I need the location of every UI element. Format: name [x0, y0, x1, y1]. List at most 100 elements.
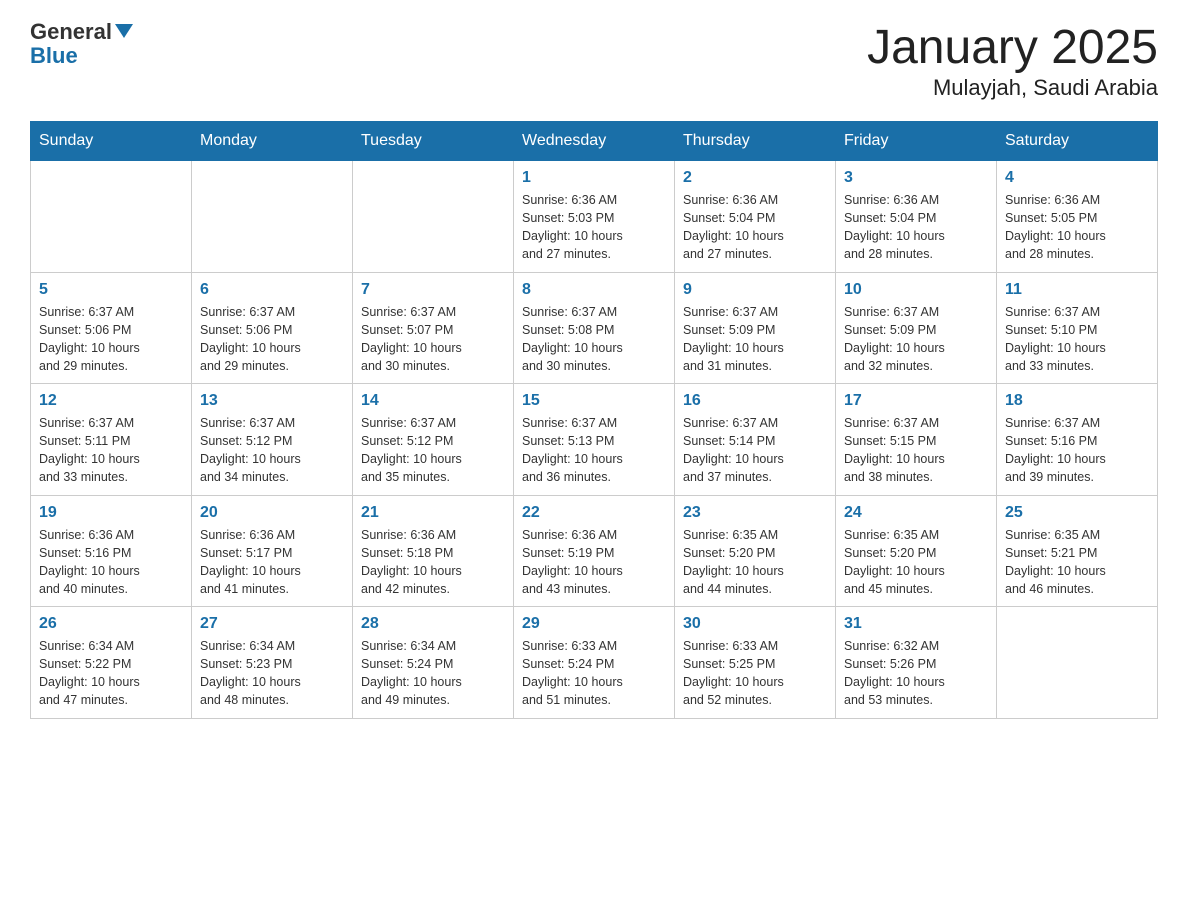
day-info: Sunrise: 6:37 AMSunset: 5:07 PMDaylight:…: [361, 303, 505, 376]
title-block: January 2025 Mulayjah, Saudi Arabia: [867, 20, 1158, 101]
day-number: 26: [39, 615, 183, 633]
day-cell: 28 Sunrise: 6:34 AMSunset: 5:24 PMDayligh…: [353, 607, 514, 719]
day-info: Sunrise: 6:36 AMSunset: 5:03 PMDaylight:…: [522, 191, 666, 264]
day-number: 22: [522, 504, 666, 522]
day-cell: 29 Sunrise: 6:33 AMSunset: 5:24 PMDayligh…: [514, 607, 675, 719]
header-cell-wednesday: Wednesday: [514, 122, 675, 161]
day-info: Sunrise: 6:37 AMSunset: 5:12 PMDaylight:…: [361, 414, 505, 487]
day-number: 17: [844, 392, 988, 410]
day-cell: 4 Sunrise: 6:36 AMSunset: 5:05 PMDaylight…: [997, 161, 1158, 273]
day-number: 1: [522, 169, 666, 187]
header-cell-friday: Friday: [836, 122, 997, 161]
day-cell: 14 Sunrise: 6:37 AMSunset: 5:12 PMDayligh…: [353, 384, 514, 496]
day-info: Sunrise: 6:37 AMSunset: 5:16 PMDaylight:…: [1005, 414, 1149, 487]
header-row: SundayMondayTuesdayWednesdayThursdayFrid…: [31, 122, 1158, 161]
day-info: Sunrise: 6:36 AMSunset: 5:04 PMDaylight:…: [844, 191, 988, 264]
day-cell: 6 Sunrise: 6:37 AMSunset: 5:06 PMDaylight…: [192, 272, 353, 384]
calendar-title: January 2025: [867, 20, 1158, 75]
day-cell: 25 Sunrise: 6:35 AMSunset: 5:21 PMDayligh…: [997, 495, 1158, 607]
day-info: Sunrise: 6:37 AMSunset: 5:12 PMDaylight:…: [200, 414, 344, 487]
day-number: 14: [361, 392, 505, 410]
day-info: Sunrise: 6:37 AMSunset: 5:09 PMDaylight:…: [683, 303, 827, 376]
logo-blue-text: Blue: [30, 44, 133, 68]
day-number: 2: [683, 169, 827, 187]
day-cell: 30 Sunrise: 6:33 AMSunset: 5:25 PMDayligh…: [675, 607, 836, 719]
day-number: 29: [522, 615, 666, 633]
day-info: Sunrise: 6:36 AMSunset: 5:05 PMDaylight:…: [1005, 191, 1149, 264]
header-cell-tuesday: Tuesday: [353, 122, 514, 161]
day-info: Sunrise: 6:36 AMSunset: 5:17 PMDaylight:…: [200, 526, 344, 599]
day-cell: 23 Sunrise: 6:35 AMSunset: 5:20 PMDayligh…: [675, 495, 836, 607]
day-info: Sunrise: 6:35 AMSunset: 5:20 PMDaylight:…: [844, 526, 988, 599]
day-cell: [997, 607, 1158, 719]
day-number: 21: [361, 504, 505, 522]
calendar-body: 1 Sunrise: 6:36 AMSunset: 5:03 PMDaylight…: [31, 161, 1158, 719]
day-cell: [353, 161, 514, 273]
day-info: Sunrise: 6:35 AMSunset: 5:21 PMDaylight:…: [1005, 526, 1149, 599]
day-info: Sunrise: 6:37 AMSunset: 5:09 PMDaylight:…: [844, 303, 988, 376]
day-info: Sunrise: 6:33 AMSunset: 5:25 PMDaylight:…: [683, 637, 827, 710]
day-number: 19: [39, 504, 183, 522]
day-number: 15: [522, 392, 666, 410]
day-cell: 1 Sunrise: 6:36 AMSunset: 5:03 PMDaylight…: [514, 161, 675, 273]
logo-general-text: General: [30, 19, 112, 44]
day-number: 9: [683, 281, 827, 299]
day-number: 5: [39, 281, 183, 299]
day-info: Sunrise: 6:33 AMSunset: 5:24 PMDaylight:…: [522, 637, 666, 710]
day-cell: 24Sunrise: 6:35 AMSunset: 5:20 PMDayligh…: [836, 495, 997, 607]
week-row-1: 1 Sunrise: 6:36 AMSunset: 5:03 PMDaylight…: [31, 161, 1158, 273]
header-cell-sunday: Sunday: [31, 122, 192, 161]
header-cell-monday: Monday: [192, 122, 353, 161]
day-number: 30: [683, 615, 827, 633]
header-cell-thursday: Thursday: [675, 122, 836, 161]
day-info: Sunrise: 6:36 AMSunset: 5:16 PMDaylight:…: [39, 526, 183, 599]
day-cell: 18 Sunrise: 6:37 AMSunset: 5:16 PMDayligh…: [997, 384, 1158, 496]
day-info: Sunrise: 6:32 AMSunset: 5:26 PMDaylight:…: [844, 637, 988, 710]
day-cell: [31, 161, 192, 273]
day-cell: 5 Sunrise: 6:37 AMSunset: 5:06 PMDaylight…: [31, 272, 192, 384]
day-number: 20: [200, 504, 344, 522]
header-cell-saturday: Saturday: [997, 122, 1158, 161]
day-cell: [192, 161, 353, 273]
day-cell: 3Sunrise: 6:36 AMSunset: 5:04 PMDaylight…: [836, 161, 997, 273]
day-cell: 13Sunrise: 6:37 AMSunset: 5:12 PMDayligh…: [192, 384, 353, 496]
calendar-table: SundayMondayTuesdayWednesdayThursdayFrid…: [30, 121, 1158, 719]
day-cell: 27Sunrise: 6:34 AMSunset: 5:23 PMDayligh…: [192, 607, 353, 719]
day-cell: 22Sunrise: 6:36 AMSunset: 5:19 PMDayligh…: [514, 495, 675, 607]
day-info: Sunrise: 6:35 AMSunset: 5:20 PMDaylight:…: [683, 526, 827, 599]
day-number: 6: [200, 281, 344, 299]
day-number: 16: [683, 392, 827, 410]
day-number: 10: [844, 281, 988, 299]
day-number: 4: [1005, 169, 1149, 187]
day-info: Sunrise: 6:36 AMSunset: 5:04 PMDaylight:…: [683, 191, 827, 264]
day-info: Sunrise: 6:37 AMSunset: 5:08 PMDaylight:…: [522, 303, 666, 376]
day-cell: 16 Sunrise: 6:37 AMSunset: 5:14 PMDayligh…: [675, 384, 836, 496]
day-number: 28: [361, 615, 505, 633]
day-cell: 26Sunrise: 6:34 AMSunset: 5:22 PMDayligh…: [31, 607, 192, 719]
day-info: Sunrise: 6:37 AMSunset: 5:11 PMDaylight:…: [39, 414, 183, 487]
day-number: 23: [683, 504, 827, 522]
day-info: Sunrise: 6:37 AMSunset: 5:06 PMDaylight:…: [200, 303, 344, 376]
day-info: Sunrise: 6:37 AMSunset: 5:10 PMDaylight:…: [1005, 303, 1149, 376]
day-cell: 17 Sunrise: 6:37 AMSunset: 5:15 PMDayligh…: [836, 384, 997, 496]
day-cell: 20 Sunrise: 6:36 AMSunset: 5:17 PMDayligh…: [192, 495, 353, 607]
day-number: 25: [1005, 504, 1149, 522]
day-number: 11: [1005, 281, 1149, 299]
logo-triangle-icon: [115, 24, 133, 38]
day-info: Sunrise: 6:37 AMSunset: 5:15 PMDaylight:…: [844, 414, 988, 487]
day-info: Sunrise: 6:37 AMSunset: 5:06 PMDaylight:…: [39, 303, 183, 376]
day-info: Sunrise: 6:34 AMSunset: 5:24 PMDaylight:…: [361, 637, 505, 710]
day-number: 18: [1005, 392, 1149, 410]
logo: General Blue: [30, 20, 133, 68]
week-row-4: 19 Sunrise: 6:36 AMSunset: 5:16 PMDayligh…: [31, 495, 1158, 607]
day-cell: 7Sunrise: 6:37 AMSunset: 5:07 PMDaylight…: [353, 272, 514, 384]
day-number: 8: [522, 281, 666, 299]
day-cell: 21Sunrise: 6:36 AMSunset: 5:18 PMDayligh…: [353, 495, 514, 607]
day-cell: 19 Sunrise: 6:36 AMSunset: 5:16 PMDayligh…: [31, 495, 192, 607]
calendar-header: SundayMondayTuesdayWednesdayThursdayFrid…: [31, 122, 1158, 161]
day-cell: 31 Sunrise: 6:32 AMSunset: 5:26 PMDayligh…: [836, 607, 997, 719]
day-info: Sunrise: 6:37 AMSunset: 5:14 PMDaylight:…: [683, 414, 827, 487]
day-number: 31: [844, 615, 988, 633]
day-cell: 8 Sunrise: 6:37 AMSunset: 5:08 PMDaylight…: [514, 272, 675, 384]
day-cell: 11 Sunrise: 6:37 AMSunset: 5:10 PMDayligh…: [997, 272, 1158, 384]
